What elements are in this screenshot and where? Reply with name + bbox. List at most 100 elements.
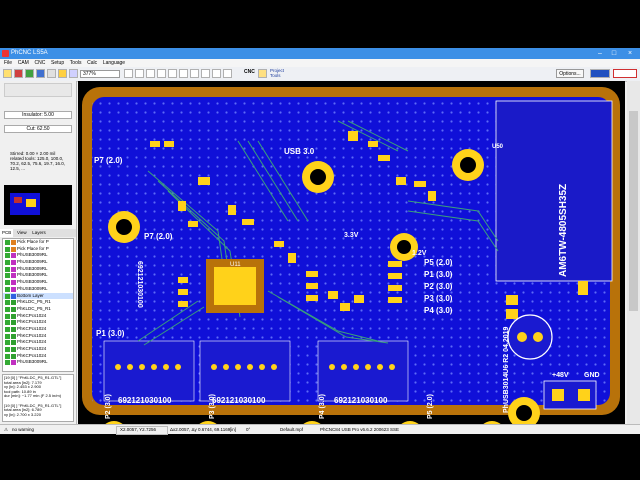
project-tools-button[interactable]: Project Tools (270, 68, 292, 78)
layer-color-swatch (11, 266, 16, 272)
layer-row[interactable]: PhUSB3009RL (3, 272, 73, 279)
vertical-scrollbar[interactable] (627, 81, 640, 424)
layer-row[interactable]: PhUSB3009RL (3, 266, 73, 273)
layer-color-swatch (11, 240, 16, 245)
layer-checkbox[interactable] (5, 353, 10, 359)
layer-checkbox[interactable] (5, 306, 10, 312)
layer-row[interactable]: PhKCPcs1024 (3, 346, 73, 353)
cnc-button[interactable]: CNC (244, 69, 255, 75)
layer-checkbox[interactable] (5, 273, 10, 279)
label-gnd: GND (584, 372, 600, 379)
maximize-icon[interactable]: □ (608, 49, 620, 58)
layer-name: PhKLDC_P5_R1 (17, 299, 51, 305)
menu-file[interactable]: File (4, 59, 12, 67)
rj45-connector (199, 340, 291, 402)
gerber-icon[interactable] (36, 69, 45, 78)
layer-checkbox[interactable] (5, 293, 10, 299)
layer-checkbox[interactable] (5, 313, 10, 319)
layer-color-swatch (11, 333, 16, 339)
layer-color-swatch (11, 360, 16, 366)
insulator-field[interactable]: Insulator: 5.00 (4, 111, 72, 119)
tab-view[interactable]: View (15, 229, 29, 237)
layer-checkbox[interactable] (5, 340, 10, 346)
layer-row[interactable]: PhKLDC_P5_R1 (3, 299, 73, 306)
select-icon[interactable] (190, 69, 199, 78)
layer-row[interactable]: PhKCPcs1024 (3, 339, 73, 346)
drill-icon[interactable] (47, 69, 56, 78)
mill-icon[interactable] (223, 69, 232, 78)
layer-checkbox[interactable] (5, 286, 10, 292)
zoom-icon[interactable] (69, 69, 78, 78)
layer-color-swatch (11, 313, 16, 319)
layer-checkbox[interactable] (5, 253, 10, 259)
layers-icon[interactable] (25, 69, 34, 78)
scroll-thumb[interactable] (629, 111, 638, 311)
tab-layers[interactable]: Layers (30, 229, 48, 237)
zoom-in-icon[interactable] (124, 69, 133, 78)
layer-color-swatch (11, 326, 16, 332)
menu-cam[interactable]: CAM (18, 59, 29, 67)
layer-row[interactable]: PhKCPcs1024 (3, 326, 73, 333)
layer-row[interactable]: PhUSB3009RL (3, 252, 73, 259)
save-icon[interactable] (14, 69, 23, 78)
layer-row[interactable]: PhKCPcs1024 (3, 333, 73, 340)
layer-checkbox[interactable] (5, 326, 10, 332)
layer-checkbox[interactable] (5, 240, 10, 245)
zoom-fit-icon[interactable] (146, 69, 155, 78)
layer-row[interactable]: PhKLDC_P5_R1 (3, 306, 73, 313)
grid-icon[interactable] (58, 69, 67, 78)
zoom-out-icon[interactable] (135, 69, 144, 78)
layer-row[interactable]: PhUSB3009RL (3, 279, 73, 286)
menu-language[interactable]: Language (103, 59, 125, 67)
layer-checkbox[interactable] (5, 347, 10, 352)
layer-name: PhKCPcs1024 (17, 339, 47, 345)
minimize-icon[interactable]: – (594, 49, 606, 58)
measure-icon[interactable] (157, 69, 166, 78)
layer-row[interactable]: Pick Place for P (3, 246, 73, 253)
menu-calc[interactable]: Calc (87, 59, 97, 67)
layer-row[interactable]: PhUSB3009RL (3, 359, 73, 366)
open-icon[interactable] (3, 69, 12, 78)
menu-setup[interactable]: Setup (51, 59, 64, 67)
board-preview[interactable] (4, 185, 72, 225)
layer-checkbox[interactable] (5, 280, 10, 286)
layer-row[interactable]: Pick Place for P (3, 239, 73, 246)
label-p4: P4 (3.0) (319, 394, 326, 419)
rotate-icon[interactable] (179, 69, 188, 78)
layer-checkbox[interactable] (5, 300, 10, 306)
layer-checkbox[interactable] (5, 260, 10, 266)
application-window: PhCNC LS5A – □ × File CAM CNC Setup Tool… (0, 48, 640, 435)
insulate-icon[interactable] (212, 69, 221, 78)
menu-tools[interactable]: Tools (70, 59, 82, 67)
layer-row[interactable]: Bottom Layer (3, 292, 73, 300)
tab-pcb[interactable]: PCB (0, 229, 14, 237)
cut-field[interactable]: Cut: 62.50 (4, 125, 72, 133)
zoom-select[interactable]: 377% (80, 70, 120, 78)
menu-cnc[interactable]: CNC (35, 59, 46, 67)
layer-name: PhUSB3009RL (17, 259, 48, 265)
layer-color-swatch (11, 300, 16, 306)
app-icon (2, 50, 9, 57)
label-p7b: P7 (2.0) (144, 232, 173, 241)
layer-row[interactable]: PhUSB3009RL (3, 286, 73, 293)
label-partno1: 692121030100 (118, 396, 172, 405)
options-button[interactable]: Options... (556, 69, 584, 78)
layer-row[interactable]: PhKCPcs1024 (3, 313, 73, 320)
layer-row[interactable]: PhKCPcs1024 (3, 353, 73, 360)
layer-row[interactable]: PhUSB3009RL (3, 259, 73, 266)
project-icon[interactable] (258, 69, 267, 78)
outline-icon[interactable] (201, 69, 210, 78)
layer-checkbox[interactable] (5, 360, 10, 366)
pcb-canvas[interactable]: U11 USB 3.0 P7 (2.0) P7 (2.0) P1 (3.0) P… (78, 81, 625, 424)
status-bar: ⚠ no warning X2.0057, Y2.7256 Δx2.0057, … (0, 424, 640, 435)
layer-name: PhUSB3009RL (17, 279, 48, 285)
layer-checkbox[interactable] (5, 266, 10, 272)
layer-row[interactable]: PhKCPcs1024 (3, 319, 73, 326)
mirror-icon[interactable] (168, 69, 177, 78)
layer-checkbox[interactable] (5, 333, 10, 339)
layer-checkbox[interactable] (5, 320, 10, 326)
close-icon[interactable]: × (624, 49, 636, 58)
layer-checkbox[interactable] (5, 246, 10, 252)
layer-name: PhUSB3009RL (17, 252, 48, 258)
left-panel: Insulator: 5.00 Cut: 62.50 Stirred: 0.00… (0, 81, 77, 424)
